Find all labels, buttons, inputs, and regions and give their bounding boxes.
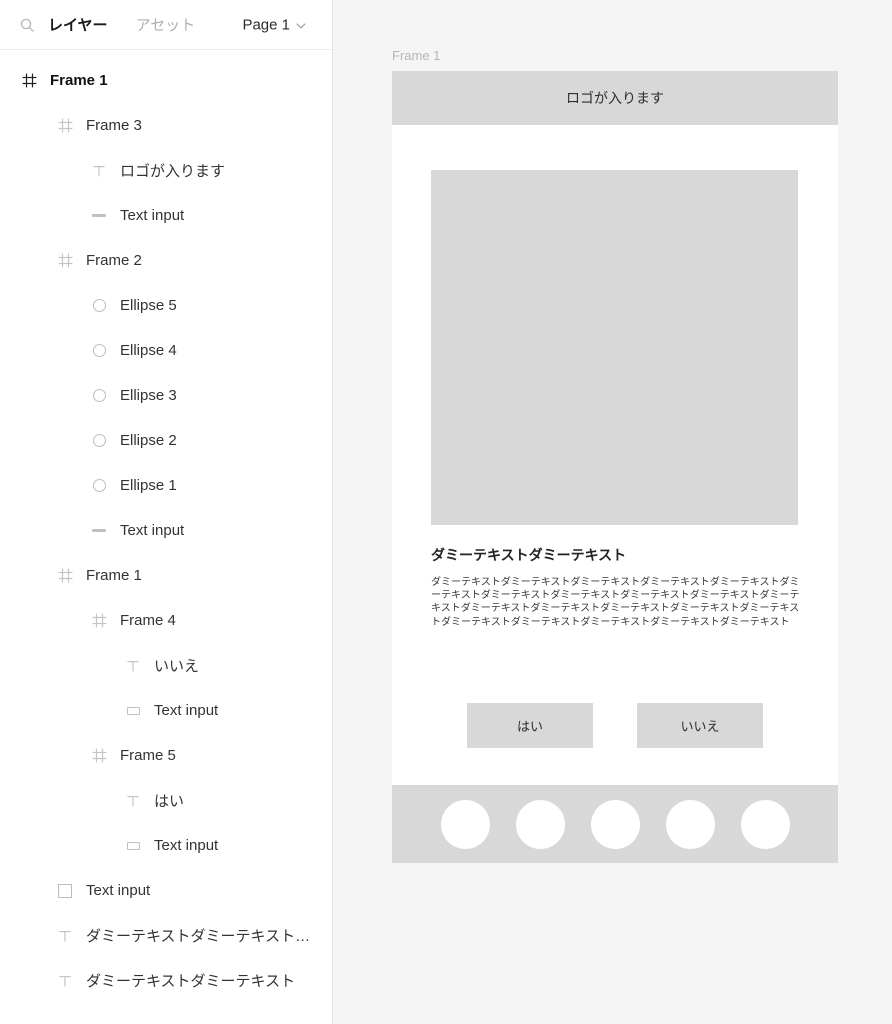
- layer-label: Frame 1: [86, 567, 142, 584]
- layer-label: Frame 5: [120, 747, 176, 764]
- frame-name-label[interactable]: Frame 1: [392, 48, 440, 63]
- design-canvas[interactable]: Frame 1 ロゴが入ります ダミーテキストダミーテキスト ダミーテキストダミ…: [333, 0, 892, 1024]
- frame-icon: [88, 610, 110, 632]
- layer-row[interactable]: Frame 5: [0, 733, 332, 778]
- text-icon: [54, 925, 76, 947]
- square-icon: [54, 880, 76, 902]
- layer-row[interactable]: Text input: [0, 868, 332, 913]
- layer-label: ダミーテキストダミーテキスト…: [86, 928, 311, 945]
- layer-label: Ellipse 5: [120, 297, 177, 314]
- dash-icon: [88, 520, 110, 542]
- figma-app-window: レイヤー アセット Page 1 Frame 1 Frame 3 ロゴが入ります Te…: [0, 0, 892, 1024]
- ellipse-icon: [88, 430, 110, 452]
- layer-row[interactable]: Text input: [0, 823, 332, 868]
- frame-icon: [54, 565, 76, 587]
- layer-tree: Frame 1 Frame 3 ロゴが入ります Text input Frame 2 El…: [0, 50, 332, 1003]
- layer-label: Frame 3: [86, 117, 142, 134]
- layer-label: Text input: [120, 522, 185, 539]
- chevron-down-icon: [296, 17, 306, 32]
- layer-row[interactable]: はい: [0, 778, 332, 823]
- layer-label: Ellipse 1: [120, 477, 177, 494]
- tab-assets[interactable]: アセット: [136, 14, 196, 35]
- layer-label: Ellipse 4: [120, 342, 177, 359]
- text-icon: [88, 160, 110, 182]
- page-selector-label: Page 1: [242, 16, 290, 33]
- footer-circle[interactable]: [740, 799, 790, 849]
- image-placeholder[interactable]: [431, 170, 798, 525]
- layer-label: Frame 2: [86, 252, 142, 269]
- frame-icon: [18, 70, 40, 92]
- layer-label: Text input: [154, 702, 219, 719]
- layer-row[interactable]: Frame 2: [0, 238, 332, 283]
- footer-circle[interactable]: [440, 799, 490, 849]
- layer-row[interactable]: Text input: [0, 193, 332, 238]
- layer-label: Frame 1: [50, 72, 108, 89]
- page-selector[interactable]: Page 1: [242, 16, 306, 33]
- layer-label: はい: [154, 793, 185, 810]
- layer-row[interactable]: Text input: [0, 688, 332, 733]
- layer-label: Ellipse 3: [120, 387, 177, 404]
- text-icon: [122, 655, 144, 677]
- layer-row[interactable]: ロゴが入ります: [0, 148, 332, 193]
- layer-row[interactable]: Ellipse 4: [0, 328, 332, 373]
- artboard-footer-bar[interactable]: [392, 785, 838, 863]
- no-button[interactable]: いいえ: [637, 703, 763, 748]
- layer-label: Ellipse 2: [120, 432, 177, 449]
- button-row: はい いいえ: [392, 703, 838, 748]
- text-icon: [54, 970, 76, 992]
- text-icon: [122, 790, 144, 812]
- yes-button[interactable]: はい: [467, 703, 593, 748]
- frame-icon: [54, 250, 76, 272]
- footer-circle[interactable]: [590, 799, 640, 849]
- layer-label: Text input: [120, 207, 185, 224]
- layer-label: Text input: [86, 882, 151, 899]
- search-icon[interactable]: [12, 17, 42, 33]
- ellipse-icon: [88, 340, 110, 362]
- layer-row[interactable]: Ellipse 2: [0, 418, 332, 463]
- layer-label: Text input: [154, 837, 219, 854]
- footer-circle[interactable]: [665, 799, 715, 849]
- tab-layers[interactable]: レイヤー: [48, 14, 108, 35]
- layer-row[interactable]: ダミーテキストダミーテキスト…: [0, 913, 332, 958]
- frame-icon: [54, 115, 76, 137]
- frame-icon: [88, 745, 110, 767]
- layer-row[interactable]: Frame 4: [0, 598, 332, 643]
- body-paragraph: ダミーテキストダミーテキストダミーテキストダミーテキストダミーテキストダミーテキ…: [431, 577, 800, 628]
- layer-row[interactable]: いいえ: [0, 643, 332, 688]
- ellipse-icon: [88, 385, 110, 407]
- logo-text: ロゴが入ります: [566, 90, 664, 106]
- ellipse-icon: [88, 475, 110, 497]
- layer-row[interactable]: Frame 1: [0, 58, 332, 103]
- layer-row[interactable]: Frame 1: [0, 553, 332, 598]
- rect-icon: [122, 835, 144, 857]
- layer-label: ダミーテキストダミーテキスト: [86, 973, 296, 990]
- body-title: ダミーテキストダミーテキスト: [431, 547, 627, 563]
- panel-header: レイヤー アセット Page 1: [0, 0, 332, 50]
- dash-icon: [88, 205, 110, 227]
- layer-label: ロゴが入ります: [120, 163, 226, 180]
- rect-icon: [122, 700, 144, 722]
- layer-row[interactable]: Ellipse 5: [0, 283, 332, 328]
- layer-row[interactable]: Frame 3: [0, 103, 332, 148]
- layers-panel: レイヤー アセット Page 1 Frame 1 Frame 3 ロゴが入ります Te…: [0, 0, 333, 1024]
- layer-row[interactable]: Ellipse 3: [0, 373, 332, 418]
- artboard-frame-1[interactable]: ロゴが入ります ダミーテキストダミーテキスト ダミーテキストダミーテキストダミー…: [392, 71, 838, 863]
- layer-label: Frame 4: [120, 612, 176, 629]
- artboard-header-bar[interactable]: ロゴが入ります: [392, 71, 838, 125]
- layer-row[interactable]: ダミーテキストダミーテキスト: [0, 958, 332, 1003]
- ellipse-icon: [88, 295, 110, 317]
- layer-row[interactable]: Ellipse 1: [0, 463, 332, 508]
- layer-label: いいえ: [154, 658, 200, 675]
- layer-row[interactable]: Text input: [0, 508, 332, 553]
- footer-circle[interactable]: [515, 799, 565, 849]
